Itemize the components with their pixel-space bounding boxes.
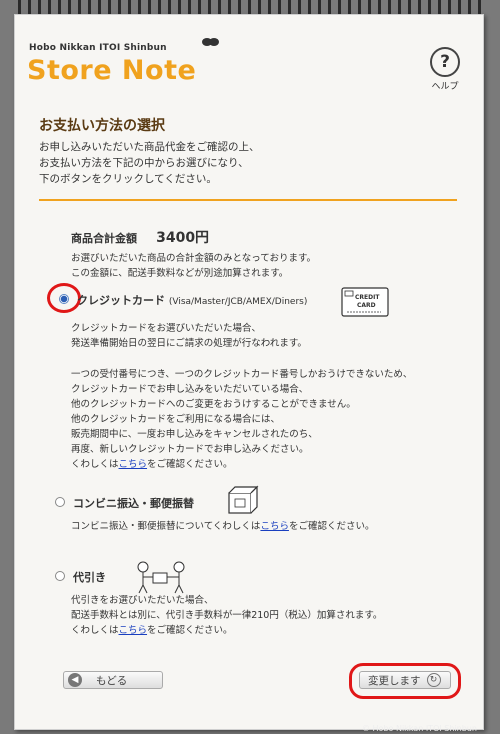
cod-desc-line: 配送手数料とは別に、代引き手数料が一律210円（税込）加算されます。 — [71, 610, 383, 621]
back-arrow-icon: ◀ — [68, 673, 82, 687]
credit-policy-line: 一つの受付番号につき、一つのクレジットカード番号しかおうけできないため、 — [71, 369, 413, 380]
back-button[interactable]: ◀ もどる — [63, 671, 163, 689]
intro-line: 下のボタンをクリックしてください。 — [39, 173, 217, 185]
copyright: © Hobo Nikkan ITOI Shinbun — [362, 724, 477, 733]
cod-radio[interactable] — [55, 571, 65, 581]
total-label: 商品合計金額 — [71, 232, 137, 245]
cod-detail-line: くわしくはこちらをご確認ください。 — [71, 625, 233, 636]
convenience-detail-link[interactable]: こちら — [260, 521, 289, 532]
note-line: この金額に、配送手数料などが別途加算されます。 — [71, 268, 289, 279]
card-icon-text-1: CREDIT — [355, 294, 380, 301]
convenience-store-icon — [228, 485, 259, 514]
total-row: 商品合計金額 3400円 — [71, 227, 209, 247]
credit-policy-line: 再度、新しいクレジットカードでお申し込みください。 — [71, 444, 309, 455]
credit-policy-line: 販売期間中に、一度お申し込みをキャンセルされたのち、 — [71, 429, 318, 440]
store-note-page: Hobo Nikkan ITOI Shinbun Store Note ? ヘル… — [14, 14, 484, 730]
credit-policy-line: 他のクレジットカードをご利用になる場合には、 — [71, 414, 281, 425]
bird-logo-icon — [202, 38, 219, 46]
intro-text: お申し込みいただいた商品代金をご確認の上、 お支払い方法を下記の中からお選びにな… — [39, 139, 439, 187]
credit-policy-line: クレジットカードでお申し込みをいただいている場合、 — [71, 384, 309, 395]
brand-subtitle: Hobo Nikkan ITOI Shinbun — [29, 43, 167, 53]
note-line: お選びいただいた商品の合計金額のみとなっております。 — [71, 253, 317, 264]
help-button[interactable]: ? ヘルプ — [425, 47, 465, 92]
cod-detail-link[interactable]: こちら — [119, 625, 148, 636]
credit-card-description: クレジットカードをお選びいただいた場合、 発送準備開始日の翌日にご請求の処理が行… — [71, 321, 471, 351]
credit-detail-line: くわしくはこちらをご確認ください。 — [71, 459, 233, 470]
credit-card-radio[interactable] — [59, 294, 69, 304]
page-title: お支払い方法の選択 — [39, 118, 165, 134]
binding-strip — [29, 37, 483, 41]
credit-desc-line: クレジットカードをお選びいただいた場合、 — [71, 323, 262, 334]
credit-policy-line: 他のクレジットカードへのご変更をおうけすることができません。 — [71, 399, 356, 410]
convenience-radio[interactable] — [55, 497, 65, 507]
cod-desc-line: 代引きをお選びいただいた場合、 — [71, 595, 214, 606]
intro-line: お支払い方法を下記の中からお選びになり、 — [39, 157, 249, 169]
back-label: もどる — [96, 674, 128, 687]
card-icon-text-2: CARD — [357, 302, 376, 309]
intro-line: お申し込みいただいた商品代金をご確認の上、 — [39, 141, 260, 153]
credit-card-icon: CREDIT CARD — [341, 287, 389, 317]
credit-card-option[interactable]: クレジットカード (Visa/Master/JCB/AMEX/Diners) — [77, 292, 307, 308]
confirm-label: 変更します — [368, 674, 421, 687]
credit-detail-link[interactable]: こちら — [119, 459, 148, 470]
credit-card-brands: (Visa/Master/JCB/AMEX/Diners) — [168, 297, 308, 307]
help-label: ヘルプ — [431, 82, 459, 92]
credit-card-policy: 一つの受付番号につき、一つのクレジットカード番号しかおうけできないため、 クレジ… — [71, 367, 471, 472]
credit-desc-line: 発送準備開始日の翌日にご請求の処理が行なわれます。 — [71, 338, 307, 349]
cash-on-delivery-icon — [137, 561, 185, 594]
divider — [39, 199, 457, 201]
convenience-description: コンビニ振込・郵便振替についてくわしくはこちらをご確認ください。 — [71, 521, 375, 532]
cod-description: 代引きをお選びいただいた場合、 配送手数料とは別に、代引き手数料が一律210円（… — [71, 593, 471, 638]
total-note: お選びいただいた商品の合計金額のみとなっております。 この金額に、配送手数料など… — [71, 251, 461, 281]
convenience-option[interactable]: コンビニ振込・郵便振替 — [73, 495, 194, 511]
credit-card-label: クレジットカード — [77, 294, 165, 307]
help-icon: ? — [430, 47, 460, 77]
total-value: 3400円 — [156, 230, 210, 246]
cod-option[interactable]: 代引き — [73, 569, 106, 585]
forward-icon: ↻ — [426, 673, 441, 687]
confirm-change-button[interactable]: 変更します ↻ — [359, 671, 451, 689]
store-note-logo: Store Note — [27, 55, 197, 86]
